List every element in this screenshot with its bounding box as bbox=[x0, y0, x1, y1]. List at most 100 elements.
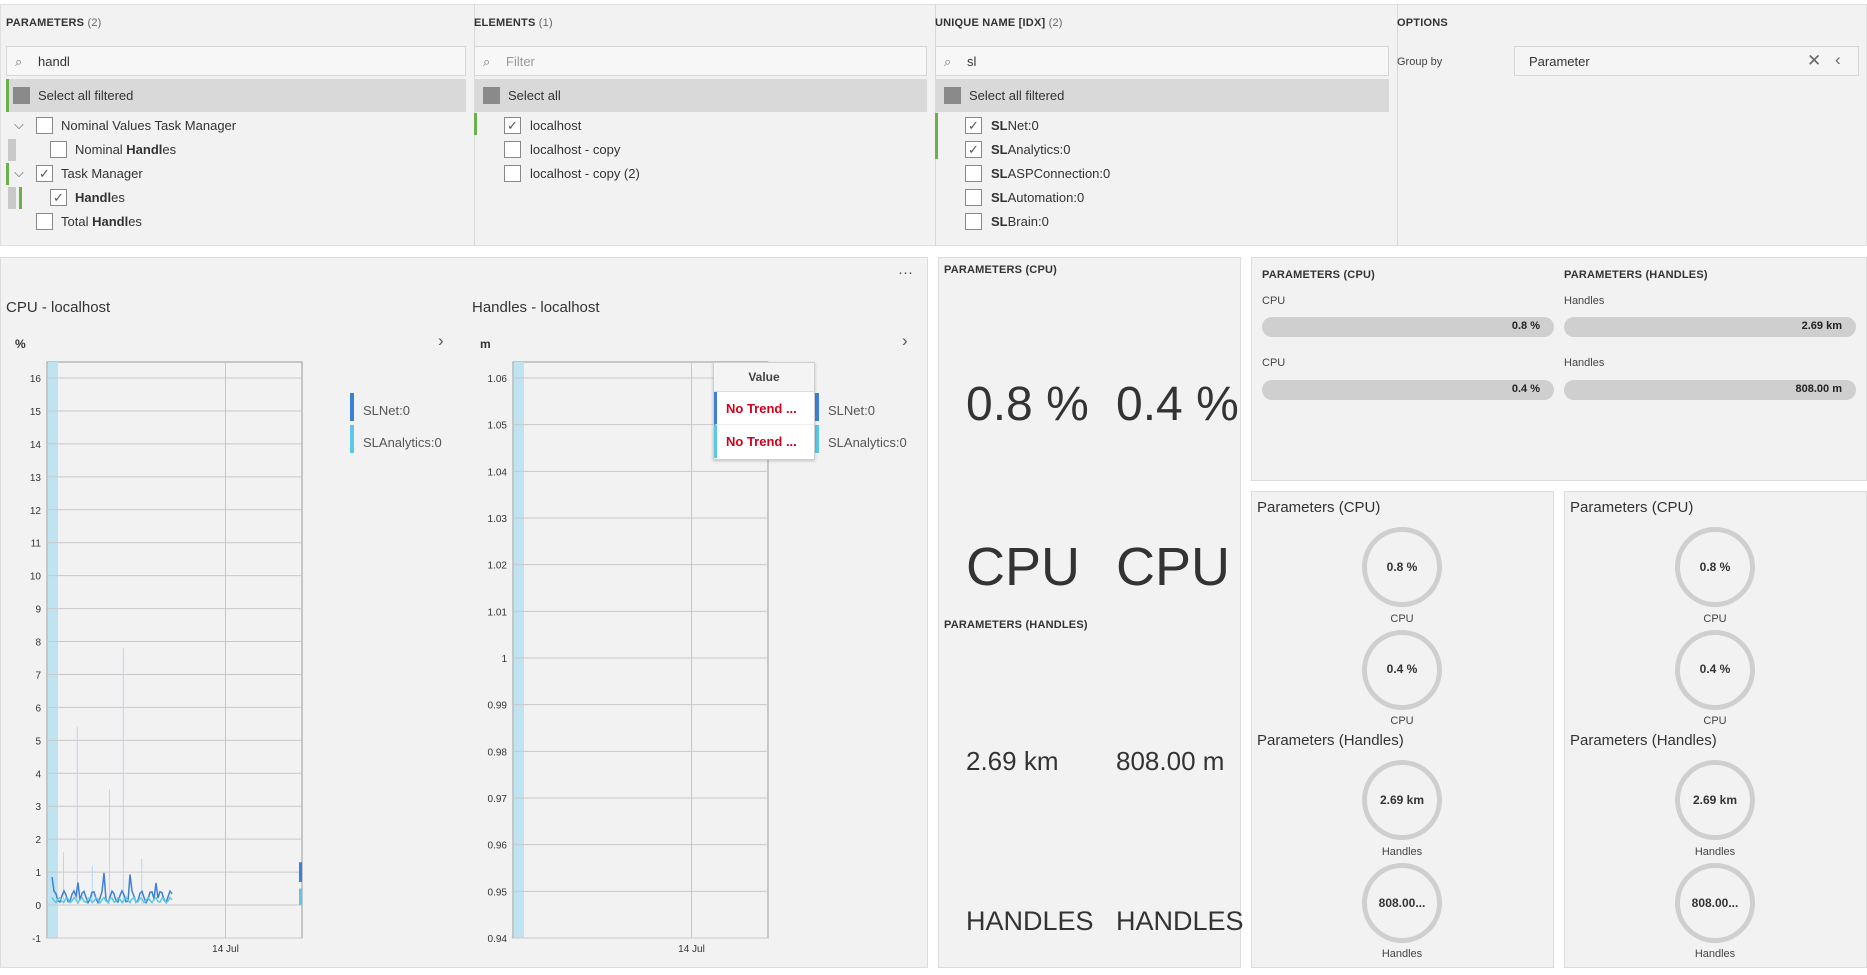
unique-item-slanalytics[interactable]: SLAnalytics:0 bbox=[991, 142, 1071, 157]
y-tick-label: 0.99 bbox=[488, 701, 508, 712]
checkbox[interactable] bbox=[36, 117, 53, 134]
state-cpu-value: 0.8 % bbox=[966, 378, 1089, 431]
y-tick-label: 5 bbox=[35, 736, 41, 747]
gauge-value: 808.00... bbox=[1378, 896, 1426, 910]
checkbox[interactable] bbox=[504, 165, 521, 182]
checkbox[interactable] bbox=[965, 165, 982, 182]
unique-item-slnet[interactable]: SLNet:0 bbox=[991, 118, 1039, 133]
gauge-label: Handles bbox=[1694, 948, 1736, 960]
tree-item-nominal-values-task-manager[interactable]: Nominal Values Task Manager bbox=[61, 118, 236, 133]
y-tick-label: 0.97 bbox=[488, 794, 508, 805]
select-all-checkbox[interactable] bbox=[13, 87, 30, 104]
element-item-localhost[interactable]: localhost bbox=[530, 118, 581, 133]
checkbox[interactable] bbox=[965, 189, 982, 206]
checkbox[interactable]: ✓ bbox=[504, 117, 521, 134]
unique-item-slbrain[interactable]: SLBrain:0 bbox=[991, 214, 1049, 229]
y-tick-label: 0.94 bbox=[488, 934, 508, 945]
elements-select-all[interactable]: Select all bbox=[474, 79, 927, 112]
more-options-button[interactable]: ··· bbox=[898, 264, 913, 281]
checkbox[interactable] bbox=[50, 141, 67, 158]
gauge-cpu-title: Parameters (CPU) bbox=[1570, 499, 1694, 516]
group-by-select[interactable]: Parameter ✕ ‹ bbox=[1514, 46, 1859, 76]
cpu-bar: 0.4 % bbox=[1262, 380, 1554, 400]
tree-item-nominal-handles[interactable]: Nominal Handles bbox=[75, 142, 176, 157]
bars-handles-header: PARAMETERS (HANDLES) bbox=[1564, 269, 1708, 281]
y-tick-label: 9 bbox=[35, 605, 41, 616]
cpu-bar: 0.8 % bbox=[1262, 317, 1554, 337]
select-all-checkbox[interactable] bbox=[944, 87, 961, 104]
y-tick-label: 0.96 bbox=[488, 841, 508, 852]
cpu-unit-label: % bbox=[15, 337, 26, 351]
checkbox[interactable] bbox=[504, 141, 521, 158]
unique-name-header: UNIQUE NAME [IDX] (2) bbox=[935, 17, 1063, 29]
handles-bar: 2.69 km bbox=[1564, 317, 1856, 337]
selection-indicator bbox=[6, 163, 9, 185]
y-tick-label: 13 bbox=[30, 473, 42, 484]
state-handles-value: 808.00 m bbox=[1116, 746, 1225, 776]
y-tick-label: 0 bbox=[35, 901, 41, 912]
bar-label: Handles bbox=[1564, 357, 1605, 369]
legend-slnet[interactable]: SLNet:0 bbox=[363, 403, 410, 418]
select-all-checkbox[interactable] bbox=[483, 87, 500, 104]
gauge-label: CPU bbox=[1703, 715, 1727, 727]
element-item-localhost-copy-2[interactable]: localhost - copy (2) bbox=[530, 166, 640, 181]
gauge-cpu-title: Parameters (CPU) bbox=[1257, 499, 1381, 516]
legend-slnet[interactable]: SLNet:0 bbox=[828, 403, 875, 418]
checkbox[interactable]: ✓ bbox=[965, 141, 982, 158]
y-tick-label: 10 bbox=[30, 572, 42, 583]
chevron-right-icon[interactable]: › bbox=[902, 331, 908, 351]
gauge-value: 2.69 km bbox=[1692, 793, 1738, 807]
state-panel bbox=[938, 257, 1241, 968]
gauge-label: Handles bbox=[1381, 948, 1423, 960]
tree-item-total-handles[interactable]: Total Handles bbox=[61, 214, 142, 229]
group-by-label: Group by bbox=[1397, 56, 1443, 68]
tooltip-row: No Trend ... bbox=[714, 392, 814, 425]
checkbox[interactable]: ✓ bbox=[50, 189, 67, 206]
checkbox[interactable]: ✓ bbox=[36, 165, 53, 182]
checkbox[interactable] bbox=[965, 213, 982, 230]
state-handles-header: PARAMETERS (HANDLES) bbox=[944, 619, 1088, 631]
unique-item-slautomation[interactable]: SLAutomation:0 bbox=[991, 190, 1084, 205]
chevron-down-icon[interactable]: ⌵ bbox=[14, 165, 24, 181]
tree-item-task-manager[interactable]: Task Manager bbox=[61, 166, 143, 181]
unique-name-select-all[interactable]: Select all filtered bbox=[935, 79, 1389, 112]
y-tick-label: 1.04 bbox=[488, 467, 508, 478]
unique-name-search-input[interactable]: ⌕ sl bbox=[935, 46, 1389, 76]
chevron-left-icon[interactable]: ‹ bbox=[1835, 50, 1841, 70]
element-item-localhost-copy[interactable]: localhost - copy bbox=[530, 142, 620, 157]
plot-area bbox=[46, 361, 303, 939]
parameters-search-input[interactable]: ⌕ handl bbox=[6, 46, 466, 76]
checkbox[interactable]: ✓ bbox=[965, 117, 982, 134]
y-tick-label: 7 bbox=[35, 670, 41, 681]
y-tick-label: 11 bbox=[31, 539, 42, 550]
y-tick-label: 1.05 bbox=[488, 421, 508, 432]
state-handles-label: HANDLES bbox=[966, 906, 1094, 936]
gauge-label: CPU bbox=[1390, 715, 1414, 727]
gauge-label: Handles bbox=[1381, 846, 1423, 858]
y-tick-label: 6 bbox=[35, 703, 41, 714]
state-handles-label: HANDLES bbox=[1116, 906, 1244, 936]
y-tick-label: 1 bbox=[35, 868, 41, 879]
checkbox[interactable] bbox=[36, 213, 53, 230]
selection-band bbox=[514, 362, 524, 938]
clear-icon[interactable]: ✕ bbox=[1807, 51, 1821, 71]
selection-indicator bbox=[6, 79, 9, 112]
parameters-select-all[interactable]: Select all filtered bbox=[6, 79, 466, 112]
elements-filter-input[interactable]: ⌕ Filter bbox=[474, 46, 927, 76]
legend-slanalytics[interactable]: SLAnalytics:0 bbox=[828, 435, 907, 450]
tree-item-handles[interactable]: Handles bbox=[75, 190, 125, 205]
unique-item-slaspconnection[interactable]: SLASPConnection:0 bbox=[991, 166, 1110, 181]
legend-swatch-slnet bbox=[350, 393, 354, 421]
chevron-down-icon[interactable]: ⌵ bbox=[14, 117, 24, 133]
bar-label: CPU bbox=[1262, 295, 1286, 307]
y-tick-label: 1 bbox=[501, 654, 507, 665]
legend-swatch-slanalytics bbox=[350, 425, 354, 453]
x-tick-label: 14 Jul bbox=[678, 944, 705, 955]
search-icon: ⌕ bbox=[944, 54, 952, 69]
chevron-right-icon[interactable]: › bbox=[438, 331, 444, 351]
gauge-value: 808.00... bbox=[1691, 896, 1739, 910]
handles-unit-label: m bbox=[480, 337, 491, 351]
elements-header: ELEMENTS (1) bbox=[474, 17, 553, 29]
legend-slanalytics[interactable]: SLAnalytics:0 bbox=[363, 435, 442, 450]
y-tick-label: 1.06 bbox=[488, 374, 508, 385]
